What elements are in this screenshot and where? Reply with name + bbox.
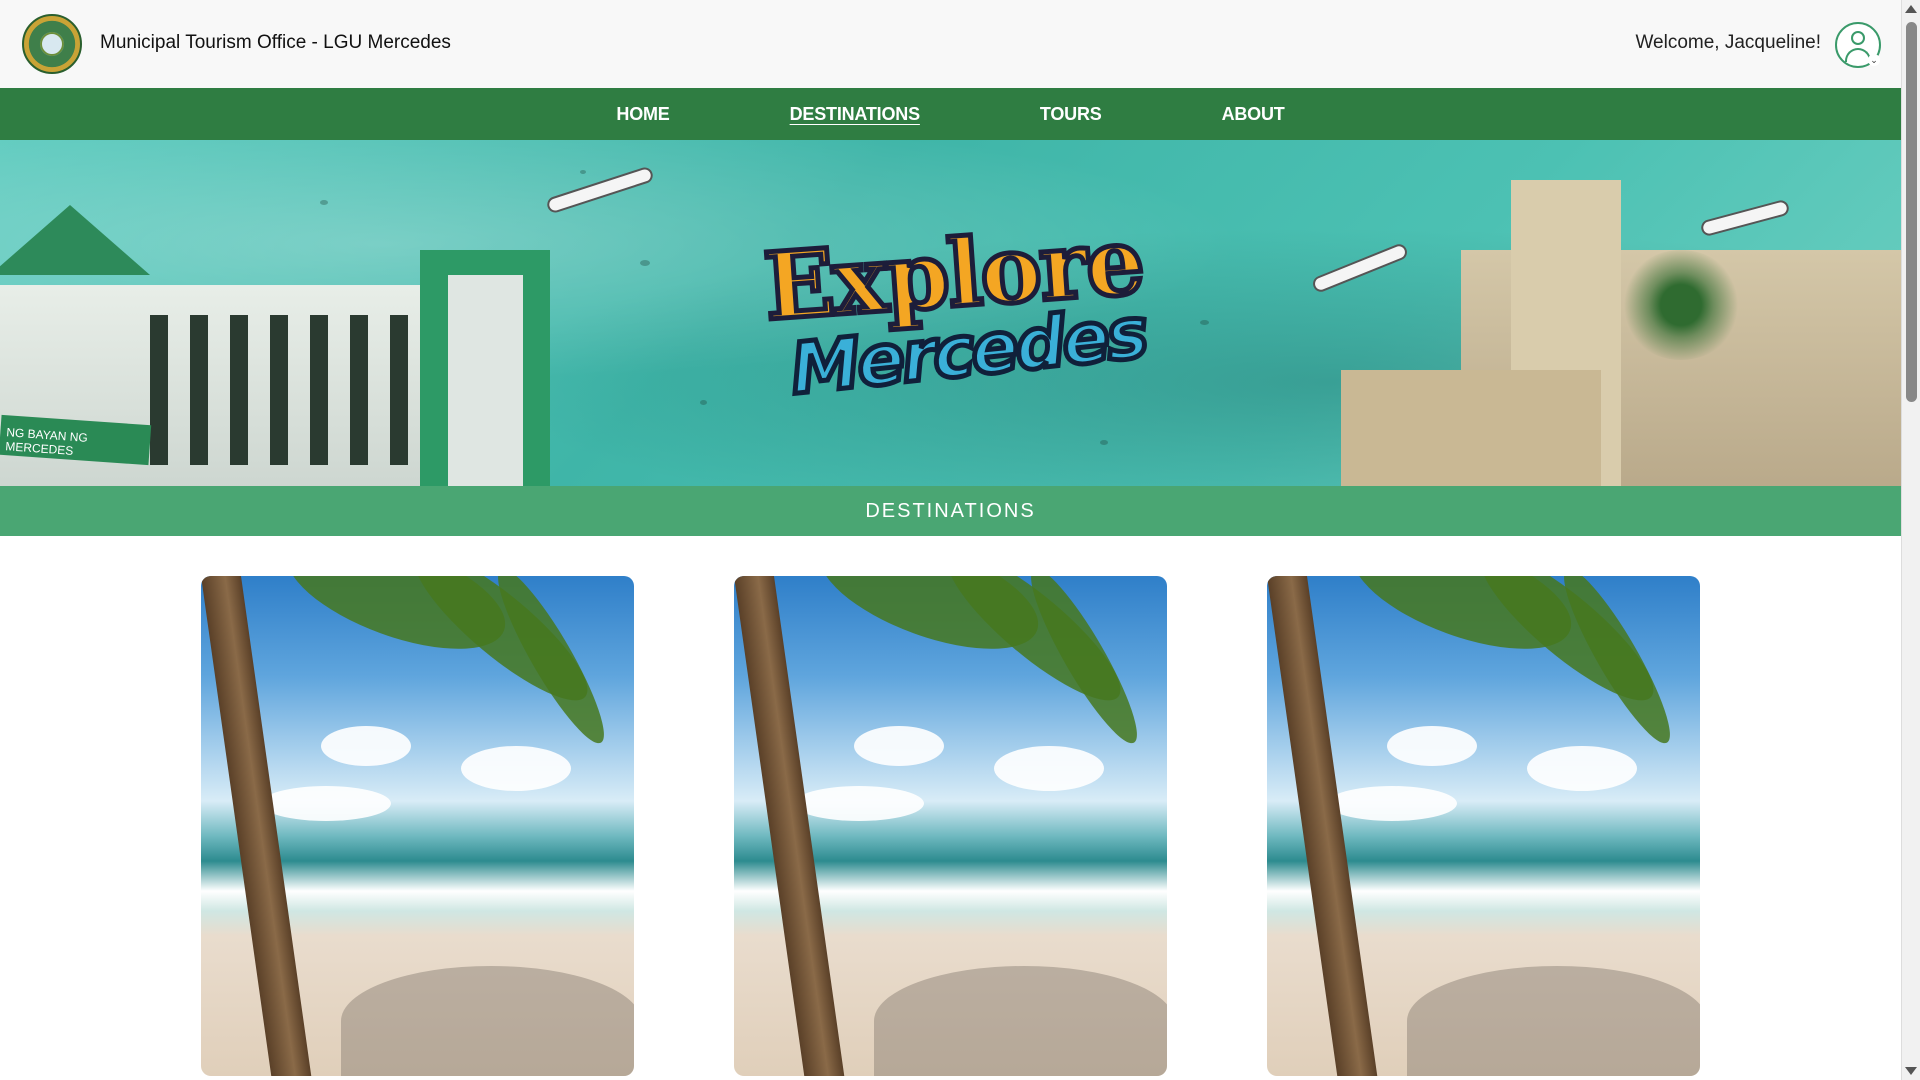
scrollbar-thumb[interactable]	[1906, 22, 1917, 402]
building-roof	[0, 205, 150, 275]
pillar-panel	[448, 275, 523, 486]
cloud	[321, 726, 411, 766]
outrigger-boat	[545, 165, 655, 215]
scroll-down-arrow-icon[interactable]	[1905, 1067, 1917, 1075]
palm-shadow	[874, 966, 1167, 1076]
section-title-bar: DESTINATIONS	[0, 486, 1901, 536]
nav-home[interactable]: HOME	[616, 104, 669, 125]
cloud	[261, 786, 391, 821]
cloud	[794, 786, 924, 821]
page: Municipal Tourism Office - LGU Mercedes …	[0, 0, 1920, 1080]
nav-tours[interactable]: TOURS	[1040, 104, 1102, 125]
building-window	[390, 315, 408, 465]
destination-card[interactable]	[1267, 576, 1700, 1076]
cloud	[461, 746, 571, 791]
water-speck	[640, 260, 650, 266]
palm-trunk	[1267, 576, 1378, 1076]
palm-tree	[1621, 250, 1741, 360]
palm-shadow	[1407, 966, 1700, 1076]
building-pillar	[420, 250, 550, 486]
cloud	[854, 726, 944, 766]
building-window	[150, 315, 168, 465]
explore-mercedes-logo: Explore Mercedes	[752, 200, 1151, 420]
building-window	[190, 315, 208, 465]
church-building	[1341, 180, 1901, 486]
palm-trunk	[734, 576, 845, 1076]
cloud	[1387, 726, 1477, 766]
municipal-seal-logo[interactable]	[22, 14, 82, 74]
cloud	[1527, 746, 1637, 791]
user-avatar-icon[interactable]: ⌄	[1835, 22, 1881, 68]
church-porch	[1341, 370, 1601, 486]
palm-shadow	[341, 966, 634, 1076]
building-window	[230, 315, 248, 465]
destination-grid	[201, 576, 1701, 1080]
nav-about[interactable]: ABOUT	[1222, 104, 1285, 125]
section-title: DESTINATIONS	[865, 499, 1036, 522]
vertical-scrollbar[interactable]	[1901, 0, 1920, 1080]
avatar-head	[1851, 31, 1865, 45]
building-window	[270, 315, 288, 465]
water-speck	[1200, 320, 1209, 325]
water-speck	[580, 170, 586, 174]
main-nav: HOME DESTINATIONS TOURS ABOUT	[0, 88, 1901, 140]
seal-center	[40, 32, 64, 56]
chevron-down-icon[interactable]: ⌄	[1868, 54, 1880, 66]
destination-card[interactable]	[734, 576, 1167, 1076]
welcome-message: Welcome, Jacqueline!	[1635, 32, 1821, 53]
municipal-building: NG BAYAN NG MERCEDES	[0, 205, 550, 486]
hero-banner: NG BAYAN NG MERCEDES Explore Mercedes	[0, 140, 1901, 486]
destination-card[interactable]	[201, 576, 634, 1076]
cloud	[1327, 786, 1457, 821]
cloud	[994, 746, 1104, 791]
nav-destinations[interactable]: DESTINATIONS	[790, 104, 920, 125]
water-speck	[1100, 440, 1108, 445]
water-speck	[700, 400, 707, 405]
building-window	[350, 315, 368, 465]
top-header: Municipal Tourism Office - LGU Mercedes …	[0, 0, 1901, 88]
site-title[interactable]: Municipal Tourism Office - LGU Mercedes	[100, 32, 451, 54]
building-window	[310, 315, 328, 465]
scroll-up-arrow-icon[interactable]	[1905, 5, 1917, 13]
palm-trunk	[201, 576, 312, 1076]
